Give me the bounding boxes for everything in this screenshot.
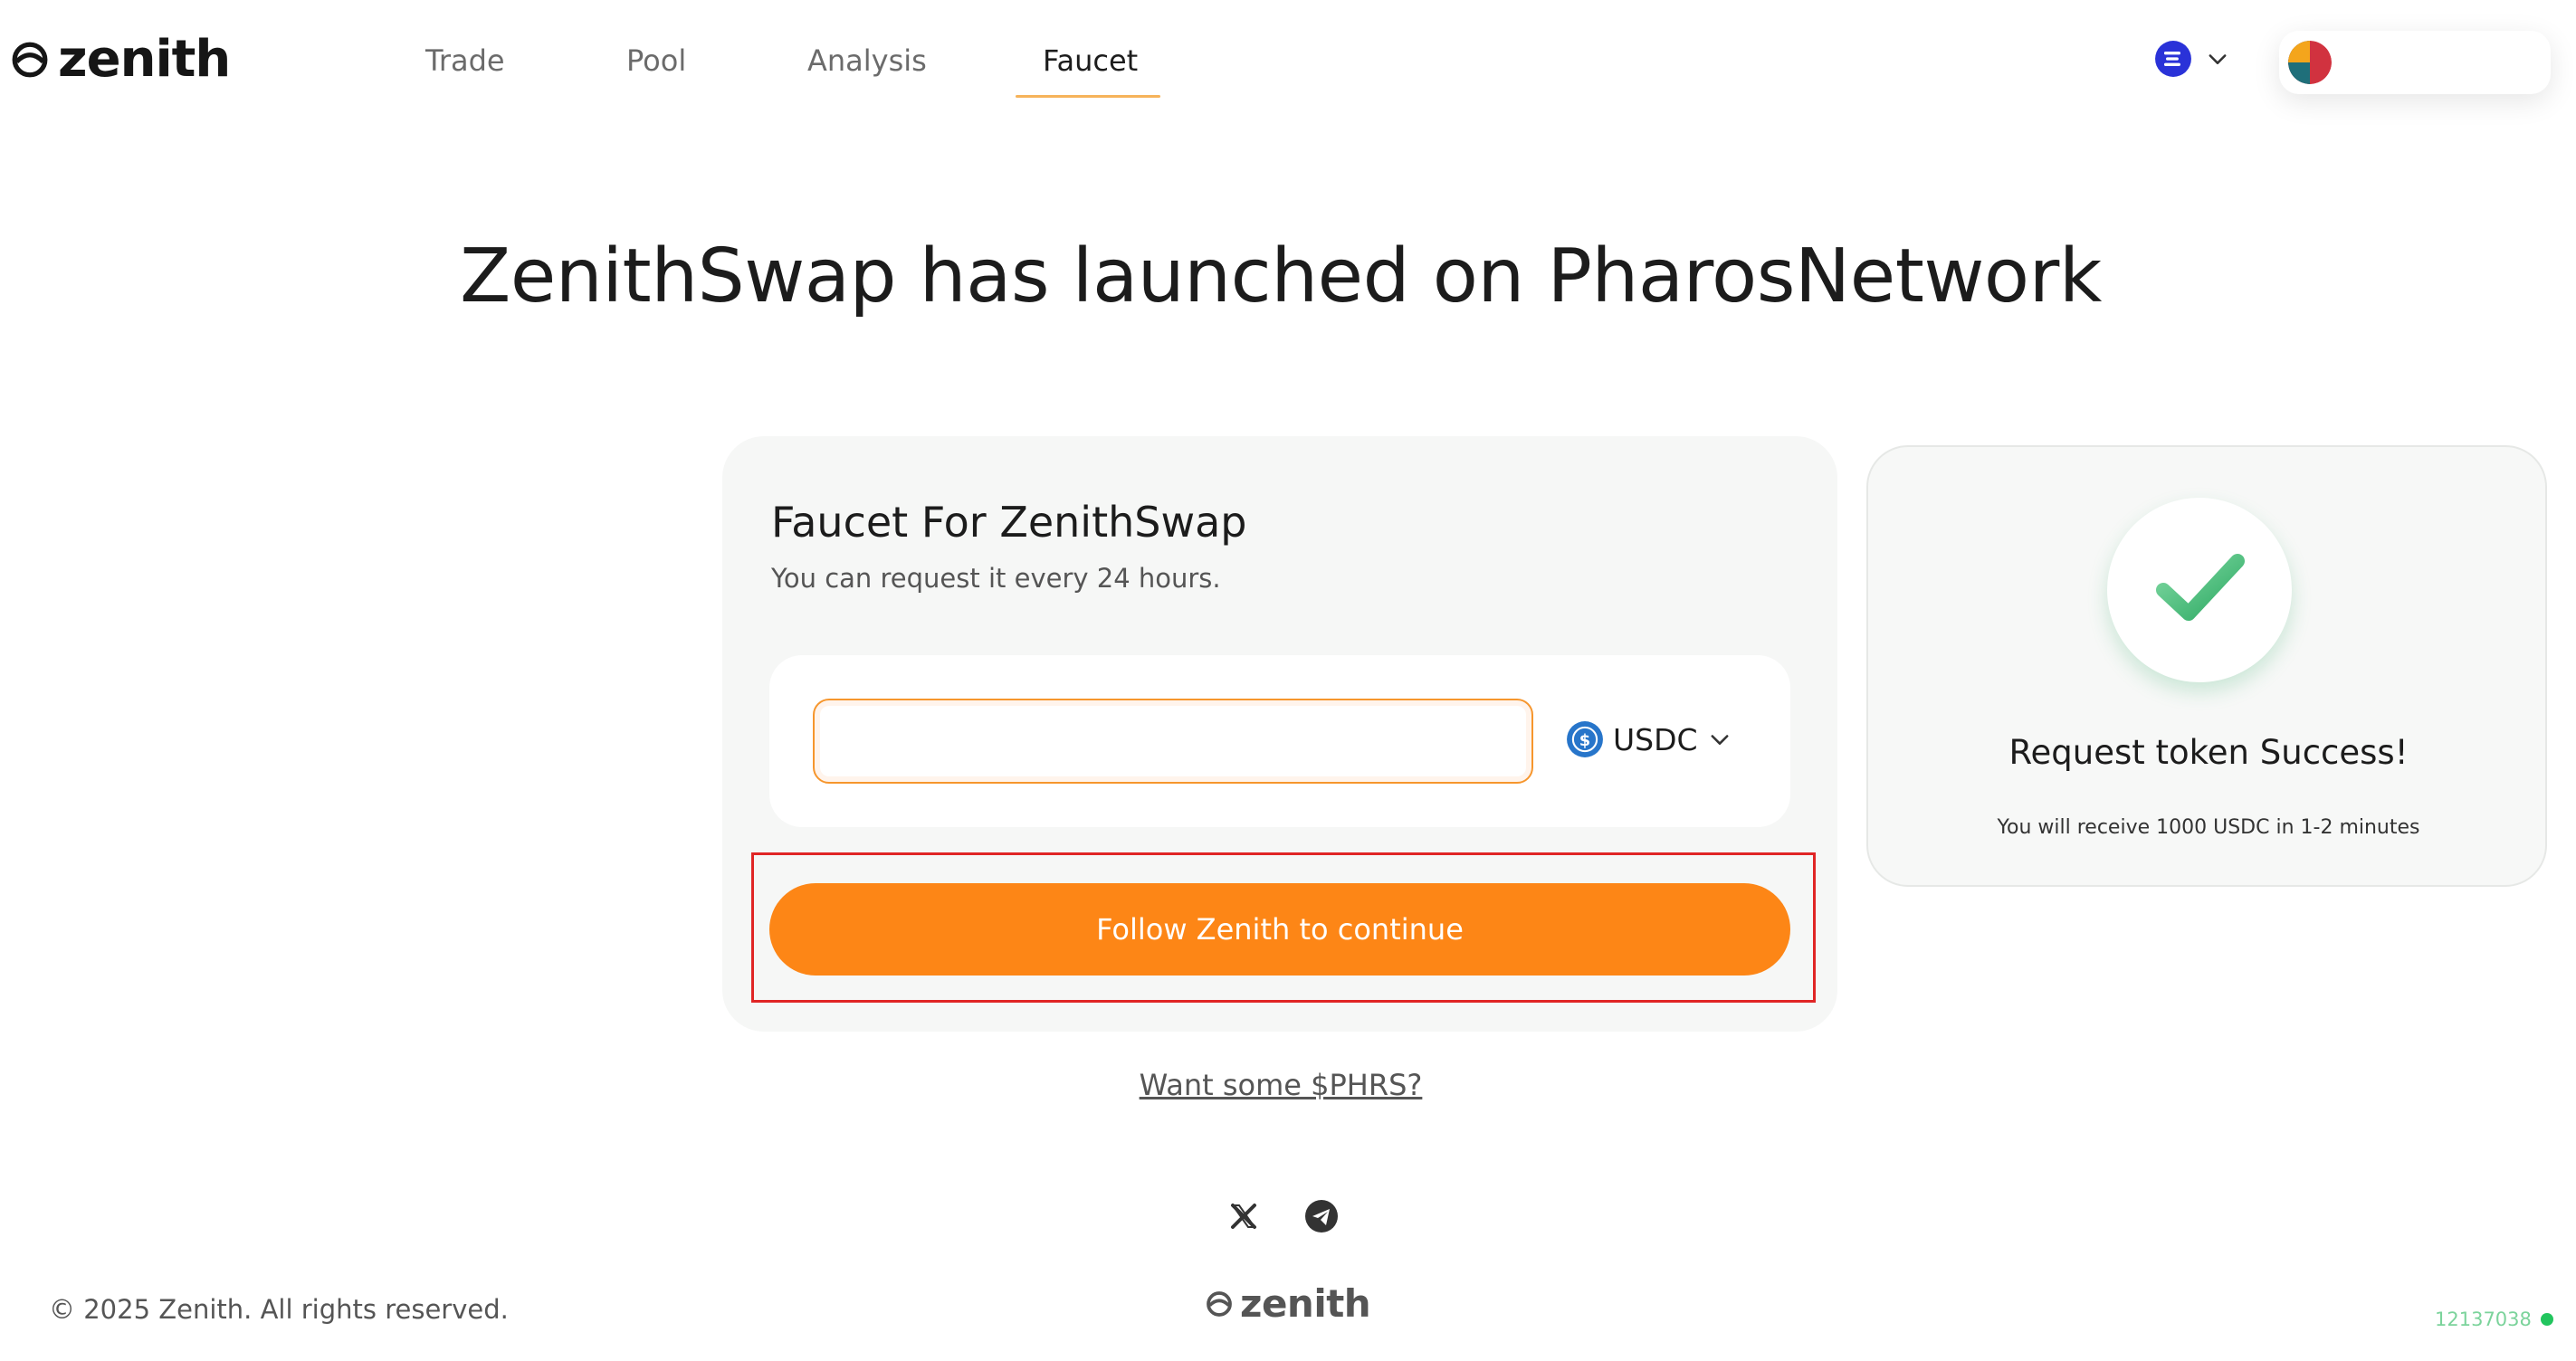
- success-check-badge: [2107, 498, 2292, 682]
- footer-logo: zenith: [1206, 1281, 1371, 1326]
- copyright-text: © 2025 Zenith. All rights reserved.: [49, 1294, 509, 1325]
- wallet-avatar: [2288, 41, 2332, 84]
- nav-pool[interactable]: Pool: [626, 43, 686, 78]
- block-number: 12137038: [2435, 1309, 2532, 1330]
- page-title: ZenithSwap has launched on PharosNetwork: [460, 233, 2102, 319]
- x-twitter-icon[interactable]: [1226, 1198, 1262, 1234]
- want-phrs-link-text[interactable]: Want some $PHRS?: [1140, 1068, 1423, 1102]
- token-selector[interactable]: $ USDC: [1566, 720, 1732, 758]
- follow-zenith-button[interactable]: Follow Zenith to continue: [769, 883, 1790, 976]
- zenith-logo-icon: [12, 42, 48, 78]
- nav-active-underline: [1016, 95, 1160, 98]
- status-dot-icon: [2540, 1313, 2553, 1326]
- chain-network-icon: [2155, 41, 2191, 77]
- faucet-title: Faucet For ZenithSwap: [771, 498, 1247, 547]
- success-toast: Request token Success! You will receive …: [1866, 445, 2547, 887]
- wallet-button[interactable]: [2279, 31, 2551, 94]
- zenith-logo-icon: [1207, 1291, 1232, 1317]
- nav-trade[interactable]: Trade: [425, 43, 505, 78]
- nav-analysis[interactable]: Analysis: [807, 43, 927, 78]
- faucet-subtitle: You can request it every 24 hours.: [771, 563, 1221, 594]
- social-links: [1226, 1198, 1340, 1234]
- block-status: 12137038: [2435, 1309, 2553, 1330]
- chain-selector[interactable]: [2154, 40, 2230, 78]
- zenith-logo[interactable]: zenith: [11, 30, 231, 89]
- success-title: Request token Success!: [2008, 733, 2409, 772]
- nav-faucet[interactable]: Faucet: [1043, 43, 1138, 78]
- wallet-address-input[interactable]: [813, 699, 1533, 784]
- checkmark-icon: [2156, 554, 2245, 621]
- logo-text: zenith: [58, 30, 231, 89]
- faucet-card: Faucet For ZenithSwap You can request it…: [722, 436, 1837, 1032]
- footer-logo-text: zenith: [1240, 1281, 1371, 1326]
- telegram-icon[interactable]: [1303, 1198, 1340, 1234]
- chevron-down-icon: [2209, 54, 2227, 64]
- chevron-down-icon: [1711, 735, 1729, 745]
- token-label: USDC: [1613, 721, 1698, 757]
- request-panel: $ USDC: [769, 655, 1790, 827]
- success-message: You will receive 1000 USDC in 1-2 minute…: [1997, 816, 2420, 839]
- usdc-icon: $: [1567, 721, 1603, 757]
- want-phrs-link[interactable]: Want some $PHRS?: [0, 1068, 2562, 1102]
- svg-text:$: $: [1579, 731, 1590, 750]
